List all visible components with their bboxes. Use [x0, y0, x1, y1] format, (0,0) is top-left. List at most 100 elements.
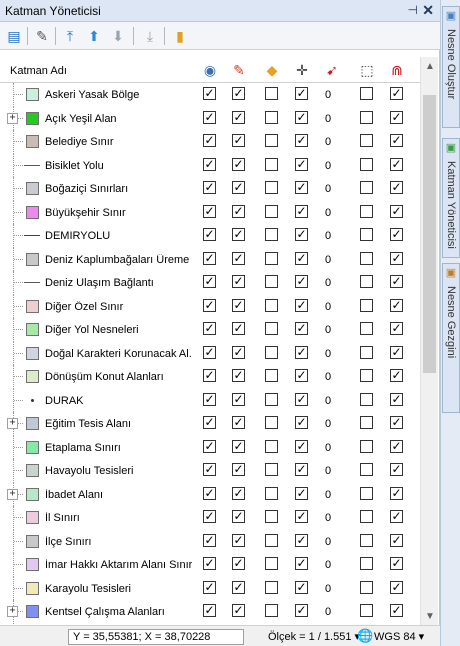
layer-checkbox[interactable]: ✓ — [232, 510, 245, 523]
layer-checkbox[interactable]: ✓ — [232, 251, 245, 265]
layer-checkbox[interactable]: ✓ — [203, 251, 216, 265]
layer-settings-icon[interactable]: ▮ — [170, 26, 190, 46]
edit-layer-icon[interactable]: ✎ — [32, 26, 52, 46]
layer-checkbox[interactable] — [360, 580, 373, 594]
scroll-thumb[interactable] — [423, 95, 436, 373]
layer-row[interactable]: Diğer Özel Sınır ✓ ✓ ✓ ✓ 0 — [0, 294, 420, 318]
vertical-scrollbar[interactable]: ▲ ▼ — [420, 57, 438, 625]
side-tab[interactable]: ▣ Katman Yöneticisi — [442, 138, 460, 258]
expand-icon[interactable]: + — [7, 112, 18, 124]
layer-checkbox[interactable]: ✓ — [390, 580, 403, 594]
layer-checkbox[interactable]: ✓ — [295, 134, 308, 147]
layer-checkbox[interactable]: ✓ — [295, 87, 308, 100]
layer-checkbox[interactable] — [360, 416, 373, 429]
layer-checkbox[interactable]: ✓ — [390, 181, 403, 194]
layer-checkbox[interactable]: ✓ — [203, 580, 216, 594]
layer-checkbox[interactable]: ✓ — [390, 392, 403, 406]
layer-checkbox[interactable]: ✓ — [295, 275, 308, 288]
pin-icon[interactable]: ⊣ — [408, 3, 418, 17]
layer-checkbox[interactable] — [360, 110, 373, 124]
layer-checkbox[interactable] — [265, 463, 278, 476]
layer-checkbox[interactable]: ✓ — [203, 134, 216, 147]
layer-checkbox[interactable]: ✓ — [295, 439, 308, 453]
layer-checkbox[interactable]: ✓ — [203, 110, 216, 124]
layer-checkbox[interactable] — [265, 181, 278, 194]
layer-row[interactable]: İmar Hakkı Aktarım Alanı Sınırı ✓ ✓ ✓ ✓ 0 — [0, 553, 420, 577]
layer-checkbox[interactable] — [360, 463, 373, 476]
layer-row[interactable]: + Açık Yeşil Alan ✓ ✓ ✓ ✓ 0 — [0, 106, 420, 130]
layer-checkbox[interactable] — [265, 510, 278, 523]
crs-dropdown[interactable]: WGS 84 ▾ — [374, 630, 424, 643]
move-up-icon[interactable]: ⬆ — [84, 26, 104, 46]
layer-checkbox[interactable] — [360, 369, 373, 382]
layer-checkbox[interactable] — [360, 251, 373, 265]
layer-checkbox[interactable] — [265, 251, 278, 265]
layer-checkbox[interactable]: ✓ — [203, 557, 216, 570]
layer-checkbox[interactable] — [265, 486, 278, 500]
layer-checkbox[interactable] — [265, 580, 278, 594]
layer-row[interactable]: Diğer Yol Nesneleri ✓ ✓ ✓ ✓ 0 — [0, 318, 420, 342]
layer-checkbox[interactable] — [360, 181, 373, 194]
layer-checkbox[interactable]: ✓ — [295, 110, 308, 124]
move-bottom-icon[interactable]: ⤓ — [140, 26, 160, 46]
layer-checkbox[interactable]: ✓ — [390, 439, 403, 453]
layer-checkbox[interactable]: ✓ — [232, 580, 245, 594]
layer-checkbox[interactable]: ✓ — [203, 228, 216, 241]
layer-checkbox[interactable] — [360, 87, 373, 100]
layer-checkbox[interactable] — [265, 298, 278, 312]
layer-checkbox[interactable]: ✓ — [390, 275, 403, 288]
layer-checkbox[interactable]: ✓ — [390, 204, 403, 218]
layer-row[interactable]: Havayolu Tesisleri ✓ ✓ ✓ ✓ 0 — [0, 459, 420, 483]
layer-checkbox[interactable]: ✓ — [203, 416, 216, 429]
layer-checkbox[interactable]: ✓ — [390, 486, 403, 500]
layer-checkbox[interactable]: ✓ — [390, 604, 403, 617]
layer-row[interactable]: + İbadet Alanı ✓ ✓ ✓ ✓ 0 — [0, 482, 420, 506]
layer-checkbox[interactable]: ✓ — [295, 580, 308, 594]
side-tab[interactable]: ▣ Nesne Gezgini — [442, 263, 460, 413]
column-header-layer-name[interactable]: Katman Adı — [10, 65, 67, 77]
expand-icon[interactable]: + — [7, 418, 18, 429]
globe-icon[interactable]: 🌐 — [357, 628, 373, 644]
layer-checkbox[interactable]: ✓ — [295, 181, 308, 194]
layer-checkbox[interactable]: ✓ — [232, 486, 245, 500]
layer-checkbox[interactable]: ✓ — [203, 157, 216, 171]
layer-checkbox[interactable] — [265, 322, 278, 335]
layer-checkbox[interactable]: ✓ — [232, 557, 245, 570]
layer-checkbox[interactable]: ✓ — [203, 392, 216, 406]
layer-checkbox[interactable] — [360, 345, 373, 359]
layer-checkbox[interactable] — [360, 157, 373, 171]
layer-checkbox[interactable]: ✓ — [232, 134, 245, 147]
layer-checkbox[interactable]: ✓ — [295, 557, 308, 570]
layer-row[interactable]: Doğal Karakteri Korunacak Al... ✓ ✓ ✓ ✓ 0 — [0, 341, 420, 365]
layer-checkbox[interactable] — [360, 510, 373, 523]
layer-checkbox[interactable]: ✓ — [390, 110, 403, 124]
layer-checkbox[interactable] — [265, 275, 278, 288]
close-icon[interactable]: ✕ — [422, 2, 434, 19]
layer-checkbox[interactable]: ✓ — [295, 510, 308, 523]
layer-checkbox[interactable]: ✓ — [203, 604, 216, 617]
bounds-icon[interactable]: ⬚ — [358, 61, 376, 79]
layer-checkbox[interactable]: ✓ — [232, 228, 245, 241]
layer-checkbox[interactable] — [265, 345, 278, 359]
layer-checkbox[interactable]: ✓ — [295, 416, 308, 429]
layer-checkbox[interactable]: ✓ — [232, 204, 245, 218]
layer-row[interactable]: İl Sınırı ✓ ✓ ✓ ✓ 0 — [0, 506, 420, 530]
layer-checkbox[interactable] — [265, 87, 278, 100]
layer-checkbox[interactable] — [360, 604, 373, 617]
layer-checkbox[interactable]: ✓ — [295, 604, 308, 617]
layer-checkbox[interactable] — [265, 604, 278, 617]
layer-checkbox[interactable] — [265, 533, 278, 547]
layer-checkbox[interactable]: ✓ — [203, 181, 216, 194]
layer-checkbox[interactable]: ✓ — [203, 345, 216, 359]
layer-checkbox[interactable]: ✓ — [295, 486, 308, 500]
layer-checkbox[interactable]: ✓ — [390, 463, 403, 476]
scroll-down-icon[interactable]: ▼ — [425, 611, 435, 622]
layer-checkbox[interactable] — [360, 486, 373, 500]
side-tab[interactable]: ▣ Nesne Oluştur — [442, 6, 460, 128]
layer-checkbox[interactable]: ✓ — [232, 604, 245, 617]
layer-checkbox[interactable]: ✓ — [295, 157, 308, 171]
move-top-icon[interactable]: ⤒ — [60, 26, 80, 46]
layer-checkbox[interactable]: ✓ — [390, 510, 403, 523]
move-down-icon[interactable]: ⬇ — [108, 26, 128, 46]
layer-row[interactable]: Karayolu Tesisleri ✓ ✓ ✓ ✓ 0 — [0, 576, 420, 600]
